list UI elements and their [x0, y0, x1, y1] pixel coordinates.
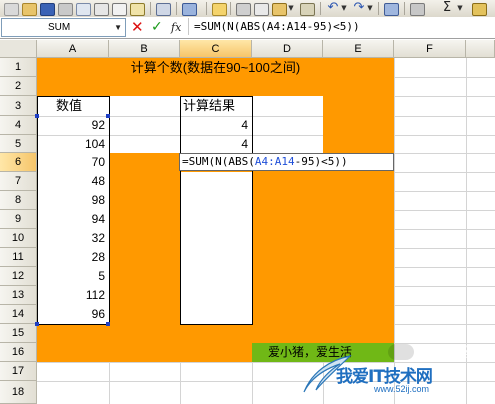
column-header-a[interactable]: A [37, 40, 109, 58]
row-header-9[interactable]: 9 [0, 210, 37, 229]
column-header-g[interactable] [466, 40, 495, 58]
row-header-10[interactable]: 10 [0, 229, 37, 248]
new-document-icon[interactable] [4, 3, 19, 16]
copy-icon[interactable] [254, 3, 269, 16]
row-header-17[interactable]: 17 [0, 362, 37, 381]
result-header[interactable]: 计算结果 [183, 97, 235, 114]
row-header-18[interactable]: 18 [0, 381, 37, 404]
value-cell[interactable]: 96 [37, 306, 105, 323]
find-icon[interactable] [212, 3, 227, 16]
white-block-b [109, 96, 180, 153]
values-header[interactable]: 数值 [56, 97, 82, 114]
undo-icon[interactable]: ↶ [326, 1, 340, 15]
value-cell[interactable]: 70 [37, 154, 105, 171]
enter-icon[interactable]: ✓ [151, 18, 163, 36]
row-header-11[interactable]: 11 [0, 248, 37, 267]
row-header-7[interactable]: 7 [0, 172, 37, 191]
column-header-c[interactable]: C [180, 40, 252, 58]
edit-formula-range: A4:A14 [254, 155, 295, 168]
selection-handle[interactable] [35, 322, 39, 326]
sheet-title[interactable]: 计算个数(数据在90~100之间) [37, 59, 394, 76]
row-header-1[interactable]: 1 [0, 58, 37, 77]
result-cell[interactable]: 4 [180, 136, 248, 153]
value-cell[interactable]: 98 [37, 192, 105, 209]
email-icon[interactable] [76, 3, 91, 16]
edit-formula-prefix: =SUM(N(ABS( [182, 155, 255, 168]
row-header-14[interactable]: 14 [0, 305, 37, 324]
column-header-f[interactable]: F [394, 40, 466, 58]
name-box[interactable]: SUM ▼ [1, 18, 126, 37]
drawing-icon[interactable] [410, 3, 425, 16]
row-header-5[interactable]: 5 [0, 135, 37, 153]
selection-handle[interactable] [35, 114, 39, 118]
redo-arrow-icon[interactable]: ▼ [366, 1, 374, 15]
cancel-icon[interactable]: ✕ [131, 18, 144, 36]
value-cell[interactable]: 104 [37, 136, 105, 153]
watermark: Baidu 经验 我爱IT技术网 www.52ij.com [300, 340, 490, 400]
cut-icon[interactable] [236, 3, 251, 16]
standard-toolbar: ▼ ↶ ▼ ↷ ▼ Σ ▼ [0, 0, 495, 18]
row-header-15[interactable]: 15 [0, 324, 37, 343]
hyperlink-icon[interactable] [384, 3, 399, 16]
paste-options-arrow-icon[interactable]: ▼ [287, 1, 295, 15]
formula-bar: SUM ▼ ✕ ✓ fx =SUM(N(ABS(A4:A14-95)<5)) [0, 17, 495, 39]
edit-formula-suffix: -95)<5)) [294, 155, 348, 168]
value-cell[interactable]: 5 [37, 268, 105, 285]
selection-handle[interactable] [106, 322, 110, 326]
print-icon[interactable] [94, 3, 109, 16]
save-icon[interactable] [40, 3, 55, 16]
row-header-6[interactable]: 6 [0, 153, 37, 172]
column-header-b[interactable]: B [109, 40, 180, 58]
row-header-8[interactable]: 8 [0, 191, 37, 210]
spelling-icon[interactable] [130, 3, 145, 16]
insert-function-icon[interactable]: fx [171, 19, 181, 36]
redo-icon[interactable]: ↷ [352, 1, 366, 15]
copy-format-icon[interactable] [182, 3, 197, 16]
row-header-13[interactable]: 13 [0, 286, 37, 305]
autosum-icon[interactable]: Σ [440, 1, 454, 15]
undo-arrow-icon[interactable]: ▼ [340, 1, 348, 15]
column-header-e[interactable]: E [323, 40, 394, 58]
excel-window: ▼ ↶ ▼ ↷ ▼ Σ ▼ SUM ▼ ✕ ✓ fx =SUM(N(ABS(A4… [0, 0, 495, 404]
watermark-site-url: www.52ij.com [374, 384, 430, 394]
row-header-2[interactable]: 2 [0, 77, 37, 96]
value-cell[interactable]: 92 [37, 117, 105, 134]
sort-icon[interactable] [472, 3, 487, 16]
cell-editor[interactable]: =SUM(N(ABS(A4:A14-95)<5)) [179, 153, 394, 171]
print-preview-icon[interactable] [112, 3, 127, 16]
value-cell[interactable]: 48 [37, 173, 105, 190]
value-cell[interactable]: 28 [37, 249, 105, 266]
formula-input[interactable]: =SUM(N(ABS(A4:A14-95)<5)) [188, 18, 495, 35]
autosum-arrow-icon[interactable]: ▼ [456, 1, 464, 15]
research-icon[interactable] [156, 3, 171, 16]
selection-handle[interactable] [106, 114, 110, 118]
format-painter-icon[interactable] [300, 3, 315, 16]
row-header-4[interactable]: 4 [0, 116, 37, 135]
column-header-d[interactable]: D [252, 40, 323, 58]
value-cell[interactable]: 94 [37, 211, 105, 228]
chevron-down-icon[interactable]: ▼ [114, 19, 122, 36]
result-cell[interactable]: 4 [180, 117, 248, 134]
name-box-value: SUM [48, 22, 71, 33]
select-all-corner[interactable] [0, 40, 37, 58]
value-cell[interactable]: 112 [37, 287, 105, 304]
row-header-12[interactable]: 12 [0, 267, 37, 286]
paw-icon [388, 344, 414, 360]
paste-icon[interactable] [272, 3, 287, 16]
row-header-16[interactable]: 16 [0, 343, 37, 362]
value-cell[interactable]: 32 [37, 230, 105, 247]
row-header-3[interactable]: 3 [0, 96, 37, 116]
open-folder-icon[interactable] [22, 3, 37, 16]
permission-icon[interactable] [58, 3, 73, 16]
